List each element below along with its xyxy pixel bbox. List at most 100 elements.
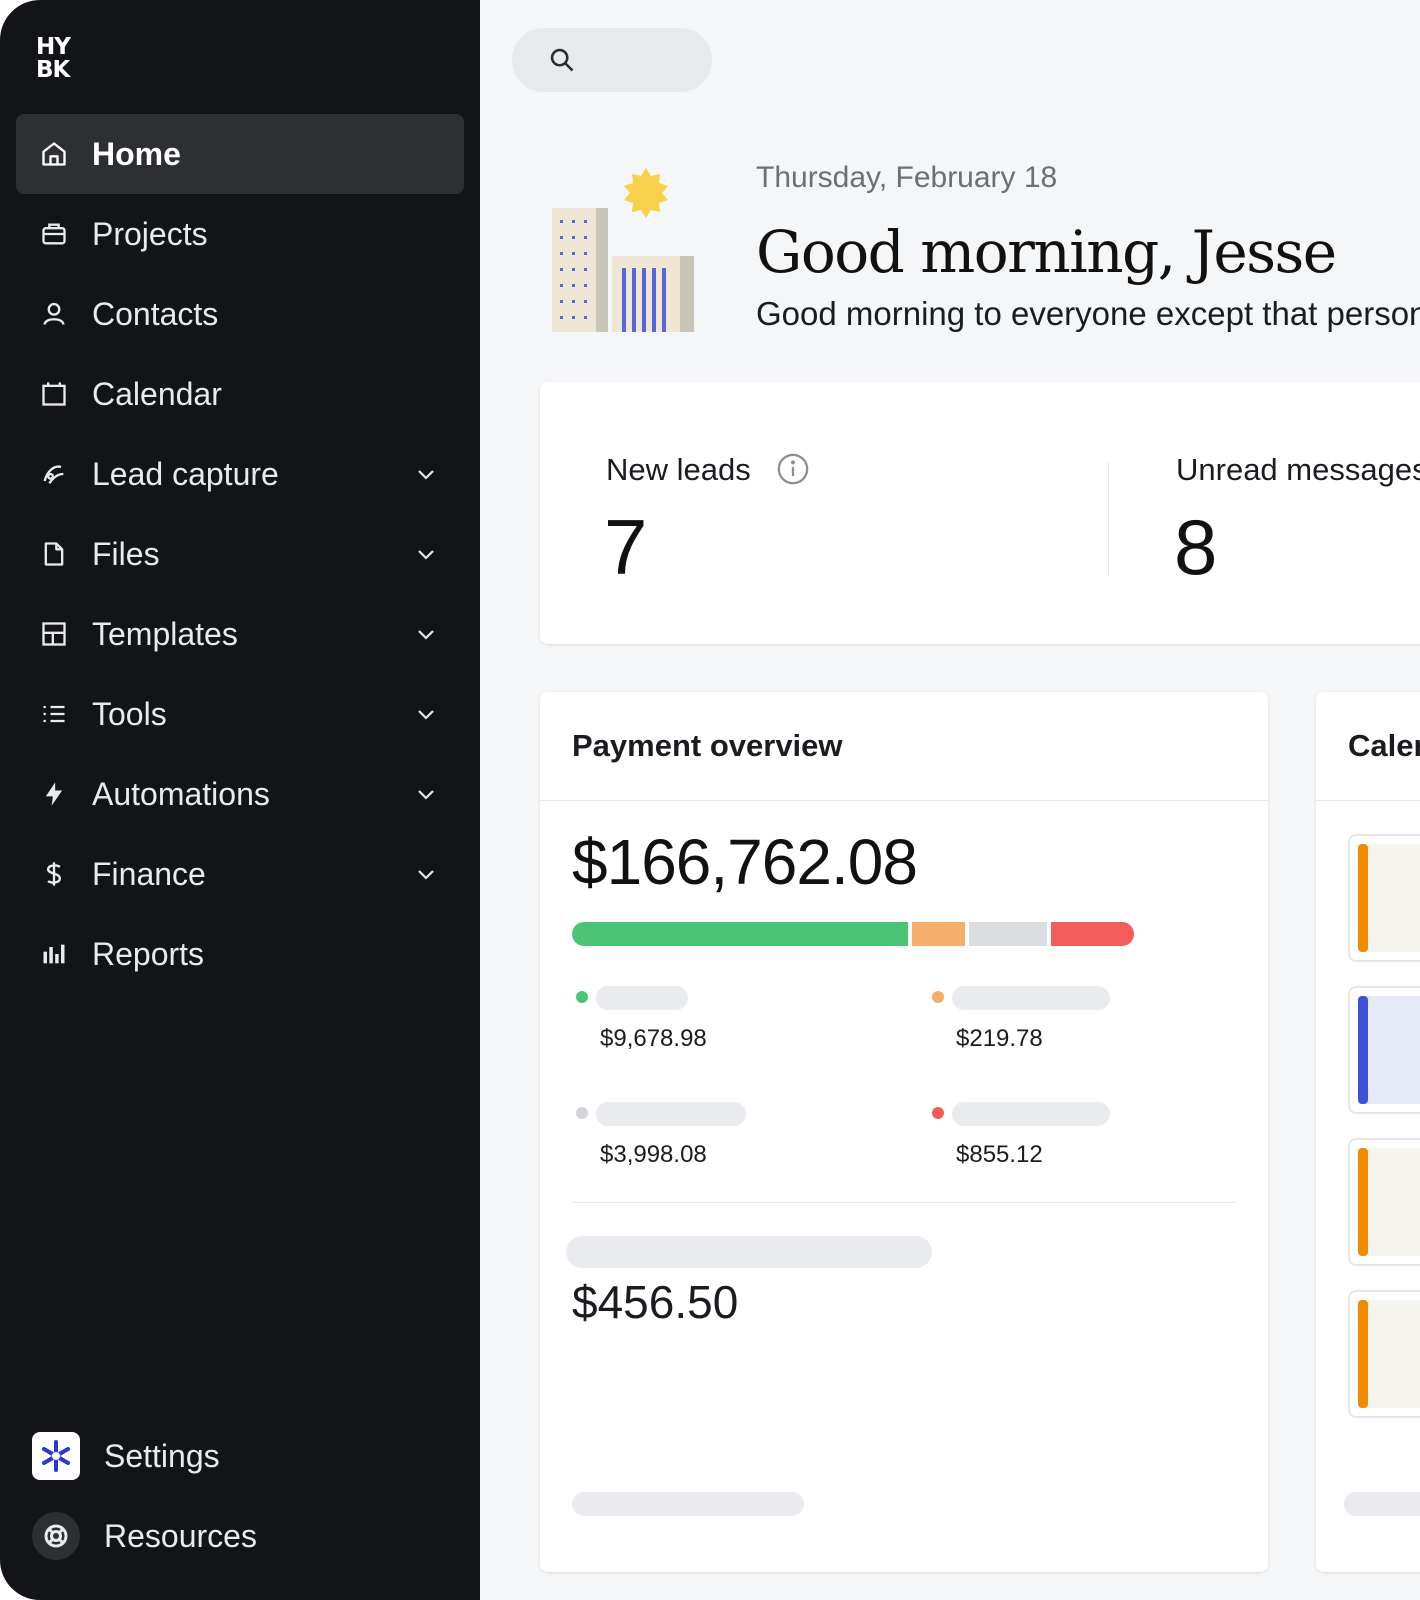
template-icon — [42, 622, 66, 646]
sidebar-item-label: Calendar — [92, 376, 222, 412]
chevron-down-icon[interactable] — [414, 542, 438, 566]
sidebar-item-resources[interactable]: Resources — [32, 1512, 452, 1562]
calendar-event-body — [1358, 1148, 1420, 1256]
unread-messages-value: 8 — [1174, 503, 1218, 591]
card-header-divider — [1316, 800, 1420, 801]
calendar-event-stripe — [1358, 1300, 1368, 1408]
calendar-event-body — [1358, 1300, 1420, 1408]
legend-value-upcoming: $219.78 — [956, 1025, 1043, 1052]
greeting-subtitle: Good morning to everyone except that per… — [756, 295, 1420, 332]
section-divider — [572, 1202, 1236, 1203]
sidebar-item-lead-capture[interactable]: Lead capture — [16, 434, 464, 514]
sidebar-item-automations[interactable]: Automations — [16, 754, 464, 834]
home-icon — [42, 142, 66, 166]
info-icon[interactable] — [776, 452, 810, 486]
legend-dot-pending — [576, 1107, 588, 1119]
stats-divider — [1108, 462, 1109, 574]
sidebar-item-label: Files — [92, 536, 160, 572]
lifebuoy-icon — [44, 1524, 68, 1548]
snowflake-icon — [42, 1440, 70, 1472]
search-icon — [550, 48, 574, 72]
sidebar-item-tools[interactable]: Tools — [16, 674, 464, 754]
sidebar-item-calendar[interactable]: Calendar — [16, 354, 464, 434]
sidebar-item-label: Projects — [92, 216, 208, 252]
calendar-event-stripe — [1358, 844, 1368, 952]
sidebar-item-reports[interactable]: Reports — [16, 914, 464, 994]
brand-logo[interactable]: HY BK — [36, 36, 80, 86]
payment-total: $166,762.08 — [572, 826, 918, 898]
calendar-event-stripe — [1358, 996, 1368, 1104]
secondary-amount: $456.50 — [572, 1276, 739, 1328]
calendar-event[interactable] — [1348, 834, 1420, 962]
calendar-event[interactable] — [1348, 1290, 1420, 1418]
chevron-down-icon[interactable] — [414, 462, 438, 486]
resources-label: Resources — [104, 1518, 257, 1554]
payment-bar-overdue[interactable] — [1051, 922, 1134, 946]
sidebar-item-label: Reports — [92, 936, 205, 972]
sidebar-item-label: Lead capture — [92, 456, 279, 492]
chevron-down-icon[interactable] — [414, 782, 438, 806]
sidebar-item-files[interactable]: Files — [16, 514, 464, 594]
person-icon — [43, 302, 65, 325]
unread-messages-label: Unread messages — [1176, 452, 1420, 487]
search-input[interactable] — [512, 28, 712, 92]
new-leads-label: New leads — [606, 452, 751, 487]
sidebar-item-settings[interactable]: Settings — [32, 1432, 452, 1482]
card-header-divider — [540, 800, 1268, 801]
file-icon — [44, 542, 64, 566]
footer-link-placeholder[interactable] — [1344, 1492, 1420, 1516]
logo-line-2: BK — [36, 57, 70, 83]
lightning-icon — [45, 782, 63, 806]
bar-chart-icon — [43, 944, 65, 964]
greeting-title: Good morning, Jesse — [756, 218, 1337, 286]
payment-bar-upcoming[interactable] — [912, 922, 965, 946]
current-date: Thursday, February 18 — [756, 161, 1058, 194]
city-sunrise-illustration — [552, 168, 694, 332]
legend-value-paid: $9,678.98 — [600, 1025, 707, 1052]
sidebar-item-templates[interactable]: Templates — [16, 594, 464, 674]
stats-card: New leads 7 Unread messages 8 — [540, 382, 1420, 644]
sidebar-item-label: Automations — [92, 776, 270, 812]
payment-bar-paid[interactable] — [572, 922, 908, 946]
app-window: HY BK Home Projects Contacts Calendar Le… — [0, 0, 1420, 1600]
legend-label-placeholder — [596, 986, 688, 1010]
footer-link-placeholder[interactable] — [572, 1492, 804, 1516]
briefcase-icon — [42, 223, 66, 245]
legend-dot-upcoming — [932, 991, 944, 1003]
calendar-card: Calendar — [1316, 692, 1420, 1572]
legend-value-overdue: $855.12 — [956, 1141, 1043, 1168]
calendar-event[interactable] — [1348, 1138, 1420, 1266]
logo-line-1: HY — [36, 34, 71, 60]
sidebar-item-home[interactable]: Home — [16, 114, 464, 194]
dollar-icon — [46, 862, 62, 886]
sidebar: HY BK Home Projects Contacts Calendar Le… — [0, 0, 480, 1600]
chevron-down-icon[interactable] — [414, 862, 438, 886]
sidebar-item-label: Finance — [92, 856, 206, 892]
resources-icon-badge — [32, 1512, 80, 1560]
settings-label: Settings — [104, 1438, 220, 1474]
calendar-event-stripe — [1358, 1148, 1368, 1256]
new-leads-value: 7 — [604, 503, 648, 591]
payment-overview-title: Payment overview — [572, 728, 843, 763]
legend-label-placeholder — [596, 1102, 746, 1126]
sidebar-item-label: Contacts — [92, 296, 219, 332]
settings-app-icon — [32, 1432, 80, 1480]
legend-label-placeholder — [952, 1102, 1110, 1126]
calendar-card-title: Calendar — [1348, 728, 1420, 763]
calendar-event[interactable] — [1348, 986, 1420, 1114]
sidebar-item-label: Home — [92, 136, 181, 172]
legend-dot-paid — [576, 991, 588, 1003]
lead-capture-icon — [43, 465, 64, 484]
chevron-down-icon[interactable] — [414, 702, 438, 726]
calendar-icon — [42, 382, 66, 406]
payment-bar-pending[interactable] — [969, 922, 1047, 946]
list-icon — [43, 705, 65, 723]
legend-label-placeholder — [952, 986, 1110, 1010]
calendar-event-body — [1358, 844, 1420, 952]
sidebar-item-projects[interactable]: Projects — [16, 194, 464, 274]
sidebar-item-contacts[interactable]: Contacts — [16, 274, 464, 354]
legend-dot-overdue — [932, 1107, 944, 1119]
section-label-placeholder — [566, 1236, 932, 1268]
sidebar-item-finance[interactable]: Finance — [16, 834, 464, 914]
chevron-down-icon[interactable] — [414, 622, 438, 646]
